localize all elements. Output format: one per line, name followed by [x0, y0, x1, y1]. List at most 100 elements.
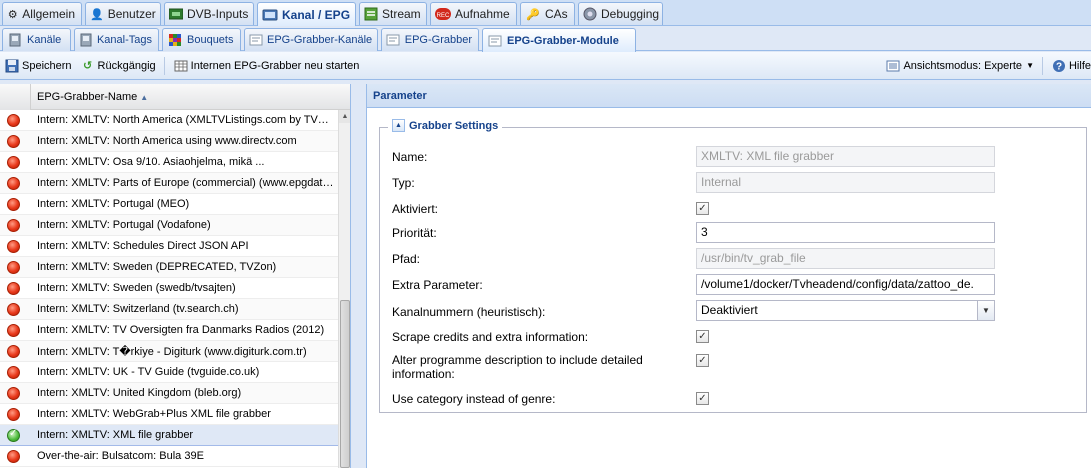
- tab-debugging[interactable]: Debugging: [578, 2, 663, 25]
- tab-cas[interactable]: 🔑 CAs: [520, 2, 575, 25]
- tab-benutzer[interactable]: 👤 Benutzer: [85, 2, 161, 25]
- table-row[interactable]: Intern: XMLTV: Parts of Europe (commerci…: [0, 173, 338, 194]
- gear-icon: ⚙: [7, 8, 18, 21]
- table-row[interactable]: Intern: XMLTV: Switzerland (tv.search.ch…: [0, 299, 338, 320]
- tab-epg-grabber-module[interactable]: EPG-Grabber-Module: [482, 28, 636, 52]
- tab-dvb-inputs[interactable]: DVB-Inputs: [164, 2, 254, 25]
- tab-stream[interactable]: Stream: [359, 2, 427, 25]
- table-row[interactable]: Over-the-air: Bulsatcom: Bula 39E: [0, 446, 338, 467]
- path-label: Pfad:: [392, 252, 421, 266]
- status-disabled-icon: [7, 198, 20, 211]
- row-name: Intern: XMLTV: Portugal (Vodafone): [37, 219, 211, 231]
- save-icon: [4, 58, 20, 74]
- status-disabled-icon: [7, 240, 20, 253]
- column-header-name[interactable]: EPG-Grabber-Name ▲: [30, 84, 350, 110]
- table-row[interactable]: Intern: XMLTV: Sweden (DEPRECATED, TVZon…: [0, 257, 338, 278]
- scrape-credits-checkbox[interactable]: ✓: [696, 330, 709, 343]
- view-mode-dropdown[interactable]: Ansichtsmodus: Experte ▼: [881, 55, 1038, 77]
- tab-label: DVB-Inputs: [187, 7, 249, 21]
- alter-desc-label-line2: information:: [392, 367, 455, 381]
- restart-grabber-button[interactable]: Internen EPG-Grabber neu starten: [169, 55, 364, 77]
- name-field: XMLTV: XML file grabber: [696, 146, 995, 167]
- row-name: Intern: XMLTV: United Kingdom (bleb.org): [37, 387, 242, 399]
- scrape-credits-label: Scrape credits and extra information:: [392, 330, 589, 344]
- table-row[interactable]: Intern: XMLTV: Portugal (MEO): [0, 194, 338, 215]
- tab-bouquets[interactable]: Bouquets: [162, 28, 241, 51]
- extra-params-input[interactable]: /volume1/docker/Tvheadend/config/data/za…: [696, 274, 995, 295]
- tab-kanaele[interactable]: Kanäle: [2, 28, 71, 51]
- undo-label: Rückgängig: [97, 59, 156, 72]
- table-row-selected[interactable]: Intern: XMLTV: XML file grabber: [0, 425, 338, 446]
- status-disabled-icon: [7, 324, 20, 337]
- status-disabled-icon: [7, 387, 20, 400]
- table-row[interactable]: Intern: XMLTV: Sweden (swedb/tvsajten): [0, 278, 338, 299]
- tab-epg-grabber[interactable]: EPG-Grabber: [381, 28, 479, 51]
- status-disabled-icon: [7, 345, 20, 358]
- priority-input[interactable]: 3: [696, 222, 995, 243]
- panel-title: Parameter: [367, 84, 1091, 108]
- record-icon: REC: [435, 7, 451, 21]
- epg-icon: [249, 33, 263, 47]
- tab-kanal-tags[interactable]: Kanal-Tags: [74, 28, 159, 51]
- table-row[interactable]: Intern: XMLTV: WebGrab+Plus XML file gra…: [0, 404, 338, 425]
- tab-label: Aufnahme: [455, 7, 510, 21]
- table-row[interactable]: Intern: XMLTV: North America (XMLTVListi…: [0, 110, 338, 131]
- table-row[interactable]: Intern: XMLTV: Schedules Direct JSON API: [0, 236, 338, 257]
- row-name: Intern: XMLTV: Osa 9/10. Asiaohjelma, mi…: [37, 156, 265, 168]
- tab-label: EPG-Grabber-Kanäle: [267, 34, 373, 46]
- path-field: /usr/bin/tv_grab_file: [696, 248, 995, 269]
- grid-body: Intern: XMLTV: North America (XMLTVListi…: [0, 110, 338, 467]
- chevron-down-icon: ▼: [1026, 61, 1034, 70]
- key-icon: 🔑: [526, 8, 540, 21]
- help-label: Hilfe: [1068, 59, 1091, 72]
- table-row[interactable]: Intern: XMLTV: Osa 9/10. Asiaohjelma, mi…: [0, 152, 338, 173]
- table-row[interactable]: Intern: XMLTV: North America using www.d…: [0, 131, 338, 152]
- tab-kanal-epg[interactable]: Kanal / EPG: [257, 2, 356, 26]
- type-field: Internal: [696, 172, 995, 193]
- alter-desc-checkbox[interactable]: ✓: [696, 354, 709, 367]
- stream-icon: [364, 7, 378, 21]
- channel-numbers-select[interactable]: Deaktiviert ▼: [696, 300, 995, 321]
- row-name: Intern: XMLTV: North America using www.d…: [37, 135, 297, 147]
- toolbar: Speichern ↺ Rückgängig Internen EPG-Grabb…: [0, 52, 1091, 80]
- table-row[interactable]: Intern: XMLTV: UK - TV Guide (tvguide.co…: [0, 362, 338, 383]
- type-label: Typ:: [392, 176, 415, 190]
- status-disabled-icon: [7, 114, 20, 127]
- bug-icon: [583, 7, 597, 21]
- toolbar-separator: [163, 56, 165, 75]
- table-row[interactable]: Intern: XMLTV: T�rkiye - Digiturk (www.d…: [0, 341, 338, 362]
- channel-numbers-value: Deaktiviert: [701, 303, 758, 317]
- status-disabled-icon: [7, 408, 20, 421]
- row-status-header: [0, 84, 30, 110]
- tab-epg-grabber-kanaele[interactable]: EPG-Grabber-Kanäle: [244, 28, 378, 51]
- extra-params-label: Extra Parameter:: [392, 278, 483, 292]
- priority-label: Priorität:: [392, 226, 437, 240]
- tab-label: Benutzer: [107, 7, 156, 21]
- parameter-panel: Parameter ▲ Grabber Settings Name: XMLTV:…: [366, 84, 1091, 468]
- enabled-checkbox[interactable]: ✓: [696, 202, 709, 215]
- tab-aufnahme[interactable]: REC Aufnahme: [430, 2, 517, 25]
- undo-button[interactable]: ↺ Rückgängig: [76, 55, 160, 77]
- use-category-checkbox[interactable]: ✓: [696, 392, 709, 405]
- scroll-up-icon[interactable]: ▲: [339, 110, 350, 123]
- collapse-icon[interactable]: ▲: [392, 119, 405, 132]
- help-button[interactable]: ? Hilfe: [1047, 55, 1091, 77]
- save-button[interactable]: Speichern: [0, 55, 76, 77]
- tab-label: EPG-Grabber-Module: [507, 34, 619, 47]
- table-row[interactable]: Intern: XMLTV: United Kingdom (bleb.org): [0, 383, 338, 404]
- section-title: Grabber Settings: [409, 119, 499, 132]
- undo-icon: ↺: [82, 60, 93, 72]
- fieldset-legend[interactable]: ▲ Grabber Settings: [388, 119, 503, 132]
- tab-label: Stream: [382, 7, 421, 21]
- grid-header: EPG-Grabber-Name ▲: [0, 84, 350, 110]
- grid-scrollbar[interactable]: ▲: [338, 110, 350, 468]
- table-row[interactable]: Intern: XMLTV: TV Oversigten fra Danmark…: [0, 320, 338, 341]
- tab-label: Kanal-Tags: [96, 34, 152, 46]
- row-name: Intern: XMLTV: Sweden (DEPRECATED, TVZon…: [37, 261, 277, 273]
- tab-allgemein[interactable]: ⚙ Allgemein: [2, 2, 82, 25]
- svg-text:REC: REC: [437, 13, 450, 19]
- table-row[interactable]: Intern: XMLTV: Portugal (Vodafone): [0, 215, 338, 236]
- scrollbar-thumb[interactable]: [340, 300, 350, 468]
- chevron-down-icon[interactable]: ▼: [977, 301, 994, 320]
- status-disabled-icon: [7, 135, 20, 148]
